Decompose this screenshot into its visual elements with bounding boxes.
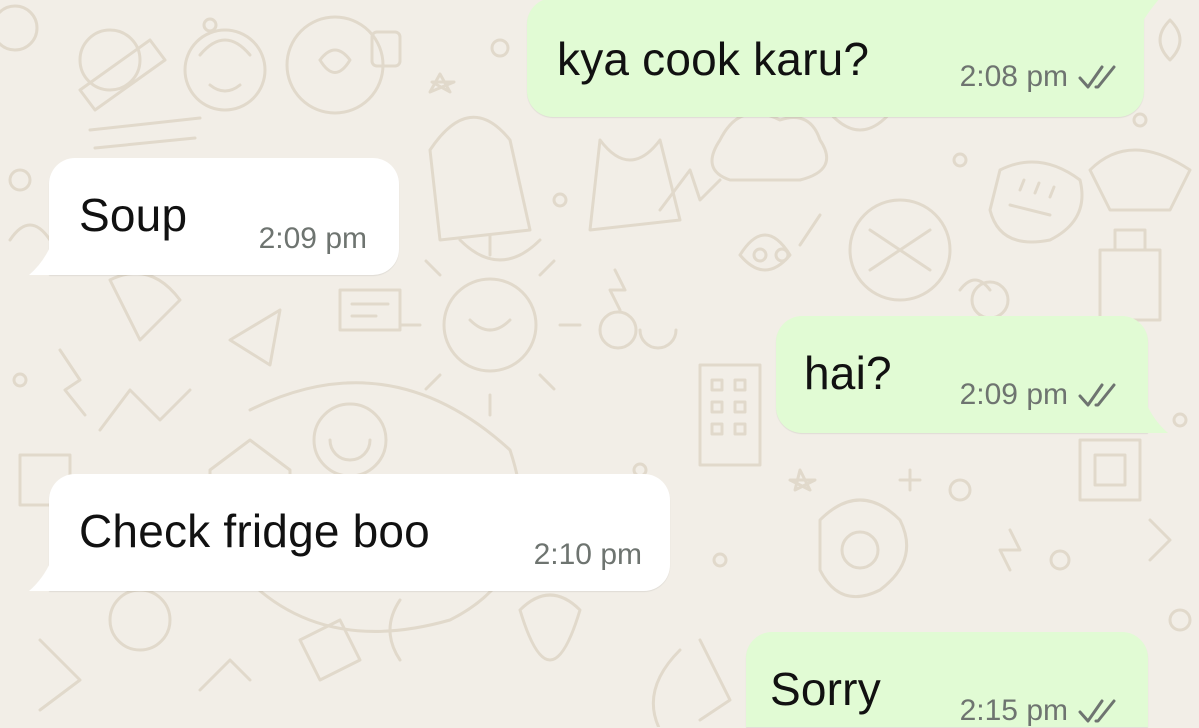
- double-check-icon: [1078, 699, 1116, 723]
- message-time: 2:08 pm: [959, 60, 1068, 93]
- double-check-icon: [1078, 383, 1116, 407]
- incoming-message[interactable]: Soup 2:09 pm: [49, 158, 399, 275]
- message-meta: 2:09 pm: [259, 222, 367, 256]
- outgoing-message[interactable]: kya cook karu? 2:08 pm: [527, 0, 1144, 117]
- message-time: 2:09 pm: [959, 378, 1068, 411]
- bubble-tail: [1146, 403, 1168, 433]
- bubble-tail: [29, 245, 51, 275]
- message-text: Soup: [79, 189, 188, 241]
- message-time: 2:09 pm: [258, 222, 367, 255]
- message-meta: 2:10 pm: [534, 538, 642, 572]
- message-text: kya cook karu?: [557, 33, 870, 85]
- message-time: 2:15 pm: [959, 694, 1068, 727]
- message-meta: 2:15 pm: [960, 694, 1122, 728]
- incoming-message[interactable]: Check fridge boo 2:10 pm: [49, 474, 670, 591]
- message-meta: 2:08 pm: [960, 60, 1122, 94]
- message-meta: 2:09 pm: [960, 378, 1122, 412]
- outgoing-message[interactable]: hai? 2:09 pm: [776, 316, 1148, 433]
- double-check-icon: [1078, 65, 1116, 89]
- outgoing-message[interactable]: Sorry 2:15 pm: [746, 632, 1148, 727]
- message-text: Sorry: [770, 663, 881, 715]
- bubble-tail: [29, 561, 51, 591]
- bubble-tail: [1138, 0, 1159, 26]
- message-time: 2:10 pm: [533, 538, 642, 571]
- message-text: hai?: [804, 347, 892, 399]
- message-text: Check fridge boo: [79, 505, 430, 557]
